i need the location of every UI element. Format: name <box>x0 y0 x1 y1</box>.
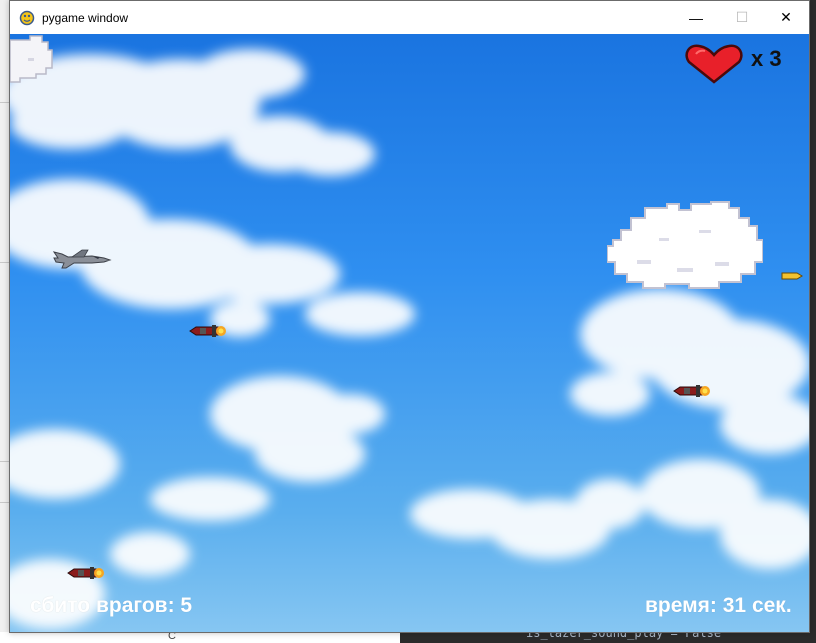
heart-icon <box>685 44 743 84</box>
game-canvas[interactable]: x 3 сбито врагов: 5 время: 31 сек. <box>10 34 809 632</box>
pygame-snake-icon <box>19 10 35 26</box>
close-icon: ✕ <box>780 9 792 25</box>
time-counter: время: 31 сек. <box>645 594 792 617</box>
lives-counter: x 3 <box>751 46 782 71</box>
maximize-button[interactable]: ☐ <box>719 1 765 34</box>
window-title: pygame window <box>42 10 129 25</box>
missile-icon <box>67 567 104 579</box>
pixel-cloud <box>607 201 763 289</box>
desktop-strip: С <box>0 630 400 643</box>
maximize-icon: ☐ <box>735 9 749 25</box>
pygame-window: pygame window — ☐ ✕ x 3 сбито врагов: 5 … <box>9 0 810 633</box>
pixel-cloud <box>10 35 53 83</box>
bullet-icon <box>781 272 803 280</box>
kills-counter: сбито врагов: 5 <box>30 594 193 617</box>
title-bar[interactable]: pygame window — ☐ ✕ <box>10 1 809 34</box>
minimize-button[interactable]: — <box>673 1 719 34</box>
jet-fighter-icon <box>52 249 112 269</box>
missile-icon <box>673 385 710 397</box>
minimize-icon: — <box>689 9 703 26</box>
sky-clouds <box>10 49 809 629</box>
missile-icon <box>189 325 226 337</box>
close-button[interactable]: ✕ <box>763 1 809 34</box>
